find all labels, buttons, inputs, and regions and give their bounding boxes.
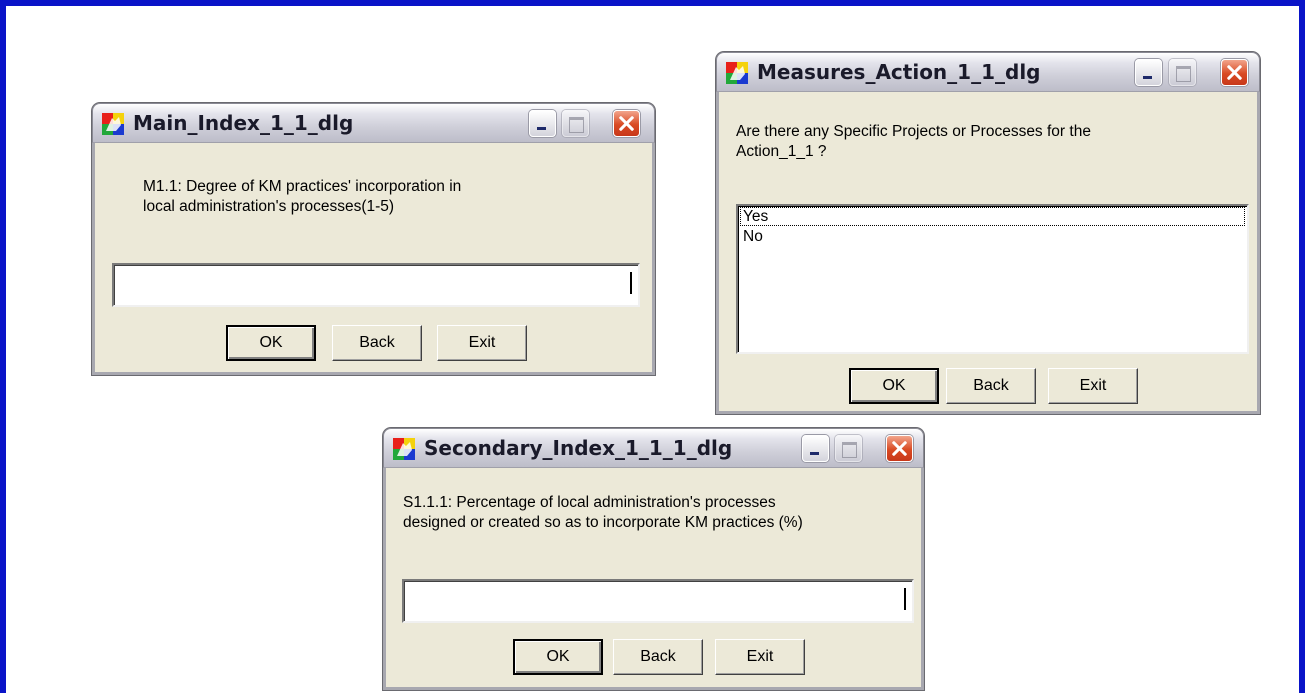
list-item-yes[interactable]: Yes bbox=[740, 207, 1245, 226]
text-caret bbox=[630, 272, 632, 294]
back-button[interactable]: Back bbox=[946, 368, 1036, 404]
app-icon bbox=[726, 62, 748, 84]
secondary-index-dialog: Secondary_Index_1_1_1_dlg S1.1.1: Percen… bbox=[383, 428, 924, 690]
answer-input[interactable] bbox=[112, 263, 640, 307]
maximize-icon[interactable] bbox=[562, 110, 589, 137]
measures-action-titlebar[interactable]: Measures_Action_1_1_dlg bbox=[716, 52, 1260, 92]
question-label: S1.1.1: Percentage of local administrati… bbox=[403, 494, 803, 531]
ok-button[interactable]: OK bbox=[513, 639, 603, 675]
exit-button[interactable]: Exit bbox=[1048, 368, 1138, 404]
measures-action-dialog: Measures_Action_1_1_dlg Are there any Sp… bbox=[716, 52, 1260, 414]
back-button[interactable]: Back bbox=[332, 325, 422, 361]
window-title: Main_Index_1_1_dlg bbox=[133, 111, 354, 135]
minimize-icon[interactable] bbox=[802, 435, 829, 462]
maximize-icon[interactable] bbox=[1169, 59, 1196, 86]
ok-button[interactable]: OK bbox=[226, 325, 316, 361]
exit-button[interactable]: Exit bbox=[437, 325, 527, 361]
back-button[interactable]: Back bbox=[613, 639, 703, 675]
close-icon[interactable] bbox=[886, 435, 913, 462]
secondary-index-titlebar[interactable]: Secondary_Index_1_1_1_dlg bbox=[383, 428, 924, 468]
minimize-icon[interactable] bbox=[1135, 59, 1162, 86]
main-index-titlebar[interactable]: Main_Index_1_1_dlg bbox=[92, 103, 655, 143]
main-index-dialog: Main_Index_1_1_dlg M1.1: Degree of KM pr… bbox=[92, 103, 655, 375]
app-icon bbox=[102, 113, 124, 135]
question-label: M1.1: Degree of KM practices' incorporat… bbox=[143, 178, 462, 215]
app-icon bbox=[393, 438, 415, 460]
close-icon[interactable] bbox=[1221, 59, 1248, 86]
answer-listbox[interactable]: Yes No bbox=[736, 204, 1249, 354]
text-caret bbox=[904, 588, 906, 610]
question-label: Are there any Specific Projects or Proce… bbox=[736, 123, 1091, 160]
list-item-no[interactable]: No bbox=[740, 227, 1245, 246]
minimize-icon[interactable] bbox=[529, 110, 556, 137]
close-icon[interactable] bbox=[613, 110, 640, 137]
window-title: Measures_Action_1_1_dlg bbox=[757, 60, 1041, 84]
exit-button[interactable]: Exit bbox=[715, 639, 805, 675]
answer-input[interactable] bbox=[402, 579, 914, 623]
maximize-icon[interactable] bbox=[835, 435, 862, 462]
window-title: Secondary_Index_1_1_1_dlg bbox=[424, 436, 733, 460]
ok-button[interactable]: OK bbox=[849, 368, 939, 404]
